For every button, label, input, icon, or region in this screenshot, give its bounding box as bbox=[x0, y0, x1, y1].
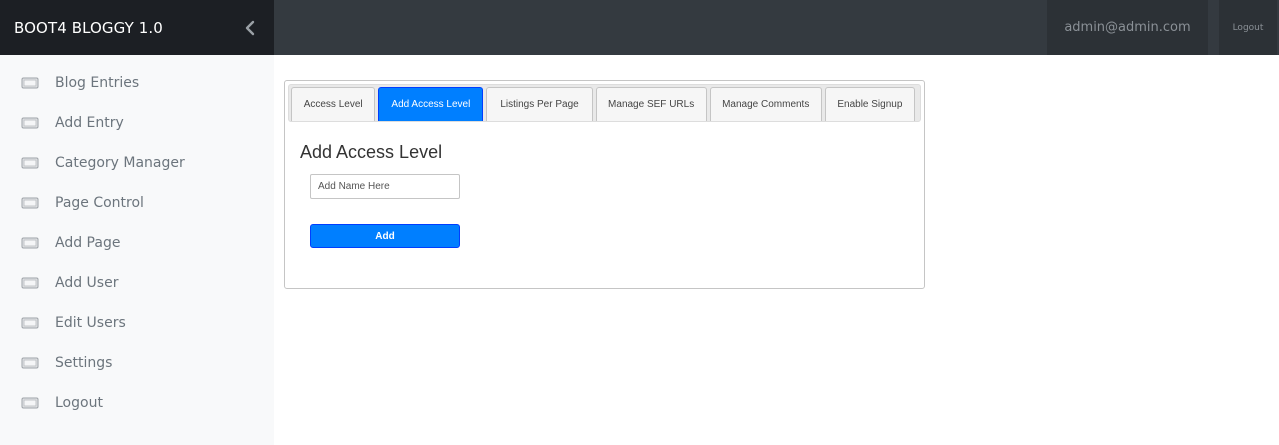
sidebar-item-add-page[interactable]: Add Page bbox=[0, 223, 274, 263]
sidebar-item-label: Blog Entries bbox=[55, 75, 140, 91]
monitor-icon bbox=[20, 155, 40, 171]
top-navbar: admin@admin.com Logout bbox=[274, 0, 1279, 55]
tab-label: Add Access Level bbox=[391, 99, 471, 110]
sidebar-item-label: Category Manager bbox=[55, 155, 185, 171]
add-button[interactable]: Add bbox=[310, 224, 460, 248]
chevron-left-icon bbox=[245, 20, 255, 36]
monitor-icon bbox=[20, 395, 40, 411]
access-level-name-input[interactable] bbox=[310, 174, 460, 199]
sidebar-item-blog-entries[interactable]: Blog Entries bbox=[0, 63, 274, 103]
tab-enable-signup[interactable]: Enable Signup bbox=[824, 87, 916, 121]
sidebar-collapse-button[interactable] bbox=[240, 17, 260, 39]
tab-label: Enable Signup bbox=[837, 99, 903, 110]
tab-access-level[interactable]: Access Level bbox=[291, 87, 376, 121]
monitor-icon bbox=[20, 195, 40, 211]
monitor-icon bbox=[20, 275, 40, 291]
sidebar-item-label: Add Entry bbox=[55, 115, 124, 131]
tab-manage-comments[interactable]: Manage Comments bbox=[709, 87, 822, 121]
brand-bar: BOOT4 BLOGGY 1.0 bbox=[0, 0, 274, 55]
user-menu[interactable]: admin@admin.com bbox=[1047, 0, 1208, 55]
monitor-icon bbox=[20, 115, 40, 131]
logout-button[interactable]: Logout bbox=[1219, 0, 1277, 55]
tab-label: Manage Comments bbox=[722, 99, 810, 110]
tab-listings-per-page[interactable]: Listings Per Page bbox=[486, 87, 593, 121]
settings-tabs-panel: Access Level Add Access Level Listings P… bbox=[284, 80, 925, 289]
tab-bar: Access Level Add Access Level Listings P… bbox=[288, 84, 921, 122]
sidebar-item-label: Page Control bbox=[55, 195, 144, 211]
sidebar-item-label: Add Page bbox=[55, 235, 121, 251]
sidebar-item-label: Logout bbox=[55, 395, 103, 411]
tab-label: Access Level bbox=[303, 99, 363, 110]
sidebar-item-label: Settings bbox=[55, 355, 113, 371]
sidebar-item-add-user[interactable]: Add User bbox=[0, 263, 274, 303]
sidebar-item-settings[interactable]: Settings bbox=[0, 343, 274, 383]
tab-label: Manage SEF URLs bbox=[608, 99, 695, 110]
sidebar-item-page-control[interactable]: Page Control bbox=[0, 183, 274, 223]
tab-add-access-level[interactable]: Add Access Level bbox=[378, 87, 484, 121]
sidebar-item-logout[interactable]: Logout bbox=[0, 383, 274, 423]
sidebar-item-add-entry[interactable]: Add Entry bbox=[0, 103, 274, 143]
sidebar: BOOT4 BLOGGY 1.0 Blog Entries Add Entry bbox=[0, 0, 274, 445]
sidebar-item-edit-users[interactable]: Edit Users bbox=[0, 303, 274, 343]
monitor-icon bbox=[20, 315, 40, 331]
monitor-icon bbox=[20, 355, 40, 371]
user-email: admin@admin.com bbox=[1064, 20, 1191, 35]
monitor-icon bbox=[20, 75, 40, 91]
logout-link: Logout bbox=[1232, 22, 1264, 33]
tab-content: Add Access Level Add bbox=[288, 122, 921, 248]
app-window: BOOT4 BLOGGY 1.0 Blog Entries Add Entry bbox=[0, 0, 1279, 445]
tab-label: Listings Per Page bbox=[500, 99, 579, 110]
monitor-icon bbox=[20, 235, 40, 251]
sidebar-item-label: Edit Users bbox=[55, 315, 126, 331]
tab-manage-sef-urls[interactable]: Manage SEF URLs bbox=[595, 87, 707, 121]
sidebar-item-label: Add User bbox=[55, 275, 119, 291]
brand-title[interactable]: BOOT4 BLOGGY 1.0 bbox=[14, 19, 163, 37]
sidebar-item-category-manager[interactable]: Category Manager bbox=[0, 143, 274, 183]
section-title: Add Access Level bbox=[300, 142, 443, 162]
sidebar-nav: Blog Entries Add Entry Category Manager … bbox=[0, 63, 274, 423]
